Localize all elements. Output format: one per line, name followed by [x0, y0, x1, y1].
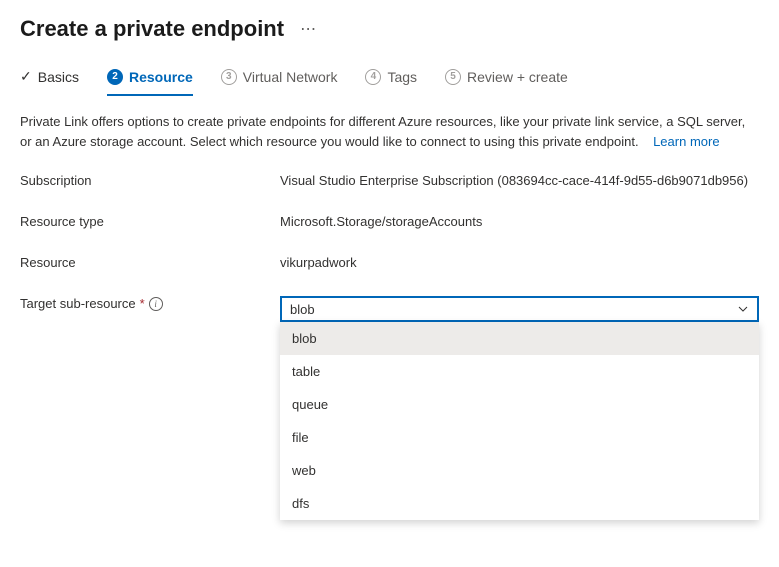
dropdown-option-blob[interactable]: blob	[280, 322, 759, 355]
resource-value: vikurpadwork	[280, 255, 759, 270]
tab-label: Tags	[387, 69, 417, 85]
target-sub-resource-label: Target sub-resource * i	[20, 296, 280, 311]
tab-virtual-network[interactable]: 3 Virtual Network	[221, 63, 338, 95]
tab-basics[interactable]: ✓ Basics	[20, 62, 79, 95]
tab-label: Resource	[129, 69, 193, 85]
resource-type-label: Resource type	[20, 214, 280, 229]
page-title: Create a private endpoint	[20, 16, 284, 42]
dropdown-option-web[interactable]: web	[280, 454, 759, 487]
step-number-icon: 5	[445, 69, 461, 85]
resource-type-value: Microsoft.Storage/storageAccounts	[280, 214, 759, 229]
learn-more-link[interactable]: Learn more	[653, 134, 719, 149]
required-indicator: *	[140, 296, 145, 311]
resource-label: Resource	[20, 255, 280, 270]
tab-tags[interactable]: 4 Tags	[365, 63, 417, 95]
dropdown-option-queue[interactable]: queue	[280, 388, 759, 421]
tab-resource[interactable]: 2 Resource	[107, 63, 193, 95]
tab-label: Review + create	[467, 69, 568, 85]
chevron-down-icon	[737, 303, 749, 315]
subscription-value: Visual Studio Enterprise Subscription (0…	[280, 173, 759, 188]
check-icon: ✓	[20, 68, 32, 85]
more-icon[interactable]: ⋯	[300, 19, 317, 39]
dropdown-option-table[interactable]: table	[280, 355, 759, 388]
dropdown-options-list: blob table queue file web dfs	[280, 322, 759, 520]
step-number-icon: 4	[365, 69, 381, 85]
tab-label: Basics	[38, 69, 79, 85]
subscription-label: Subscription	[20, 173, 280, 188]
description-body: Private Link offers options to create pr…	[20, 114, 745, 149]
step-number-icon: 3	[221, 69, 237, 85]
dropdown-option-file[interactable]: file	[280, 421, 759, 454]
dropdown-option-dfs[interactable]: dfs	[280, 487, 759, 520]
step-number-icon: 2	[107, 69, 123, 85]
target-sub-resource-dropdown[interactable]: blob	[280, 296, 759, 322]
info-icon[interactable]: i	[149, 297, 163, 311]
label-text: Target sub-resource	[20, 296, 136, 311]
wizard-tabs: ✓ Basics 2 Resource 3 Virtual Network 4 …	[20, 62, 759, 96]
description-text: Private Link offers options to create pr…	[20, 112, 759, 151]
dropdown-selected-value: blob	[290, 302, 315, 317]
tab-label: Virtual Network	[243, 69, 338, 85]
tab-review-create[interactable]: 5 Review + create	[445, 63, 568, 95]
